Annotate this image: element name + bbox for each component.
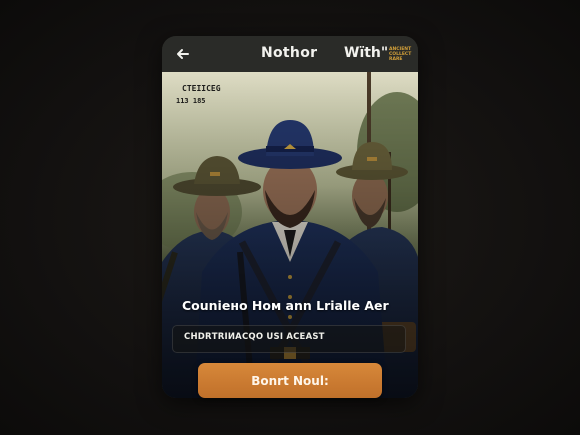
header-title-right: Wïth" <box>344 45 389 61</box>
image-caption-line1: CTEIICEG <box>182 84 221 93</box>
headline-text: Couniено Ном ann Lrialle Aer <box>182 298 389 313</box>
arrow-left-icon <box>177 49 189 59</box>
header-title-left: Nothor <box>261 45 318 61</box>
app-card: Nothor Wïth" ANCIENT COLLECT RARE CTEIIC… <box>162 36 418 398</box>
back-button[interactable] <box>172 43 194 65</box>
top-bar: Nothor Wïth" ANCIENT COLLECT RARE <box>162 36 418 72</box>
cta-button[interactable]: Bonrt Noul: <box>198 363 382 398</box>
cta-button-label: Bonrt Noul: <box>251 373 329 388</box>
subtext-label: CНDRТRIИACQO USI ACEAST <box>184 332 325 342</box>
image-caption-line2: 113 185 <box>176 97 206 105</box>
header-badge-text: ANCIENT COLLECT RARE <box>389 47 412 62</box>
